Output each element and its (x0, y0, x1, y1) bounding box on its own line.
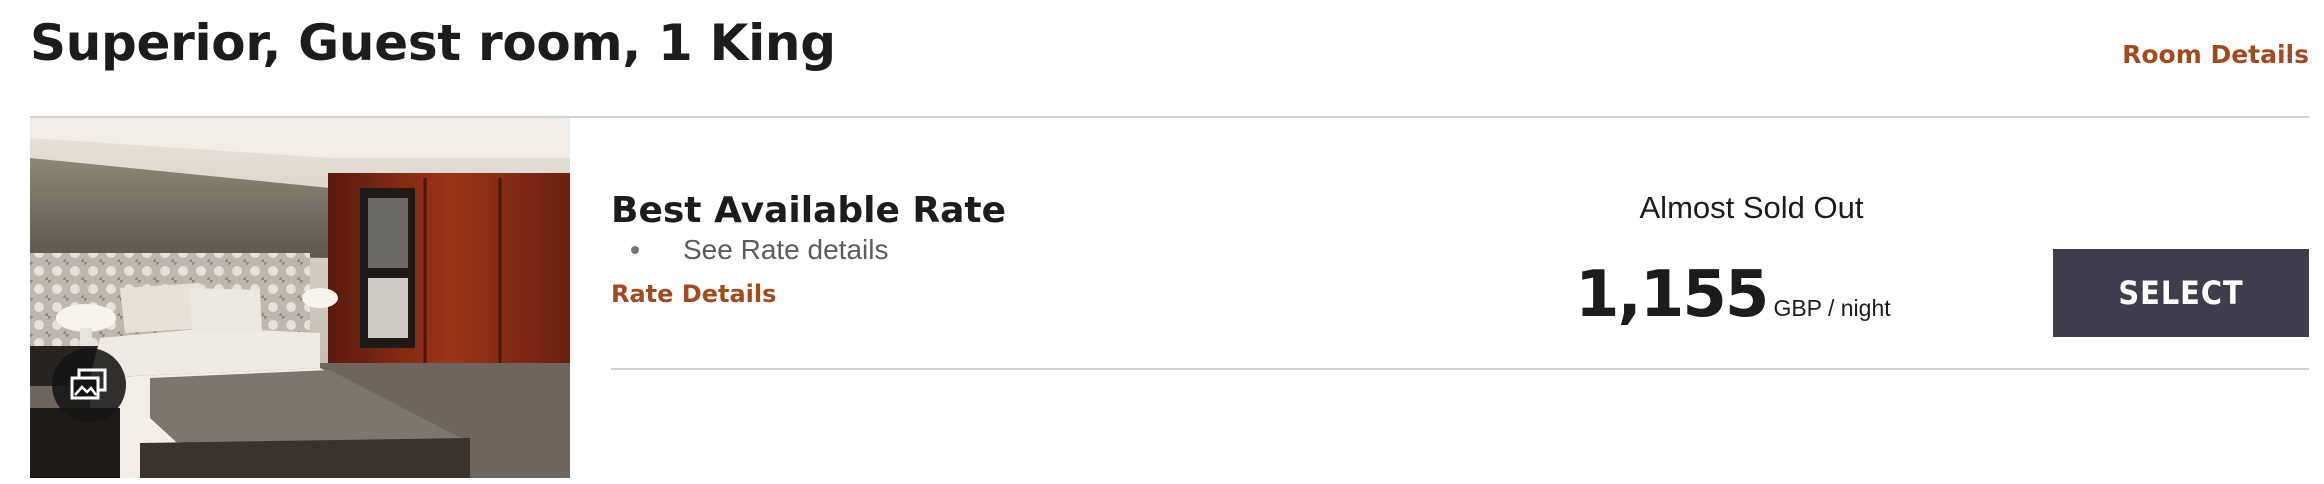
rate-bullet-text: See Rate details (683, 234, 889, 265)
room-title: Superior, Guest room, 1 King (30, 14, 836, 72)
rate-bullet-item: See Rate details (611, 234, 888, 266)
rate-details-link[interactable]: Rate Details (611, 280, 776, 308)
room-details-link[interactable]: Room Details (2122, 40, 2309, 69)
rate-name: Best Available Rate (611, 190, 1007, 231)
availability-status: Almost Sold Out (1639, 190, 1864, 225)
rate-row: Best Available Rate See Rate details Rat… (611, 118, 2309, 370)
room-photo-image (30, 118, 570, 478)
price-unit: GBP / night (1773, 295, 1891, 321)
gallery-button[interactable] (52, 348, 126, 422)
room-photo[interactable] (30, 118, 570, 478)
rate-divider (611, 368, 2309, 370)
price: 1,155 GBP / night (1575, 258, 1891, 332)
gallery-icon (69, 367, 109, 403)
price-amount: 1,155 (1575, 258, 1769, 332)
select-button[interactable]: SELECT (2053, 249, 2309, 337)
rate-bullets: See Rate details (611, 234, 888, 266)
bullet-dot-icon (631, 246, 639, 254)
